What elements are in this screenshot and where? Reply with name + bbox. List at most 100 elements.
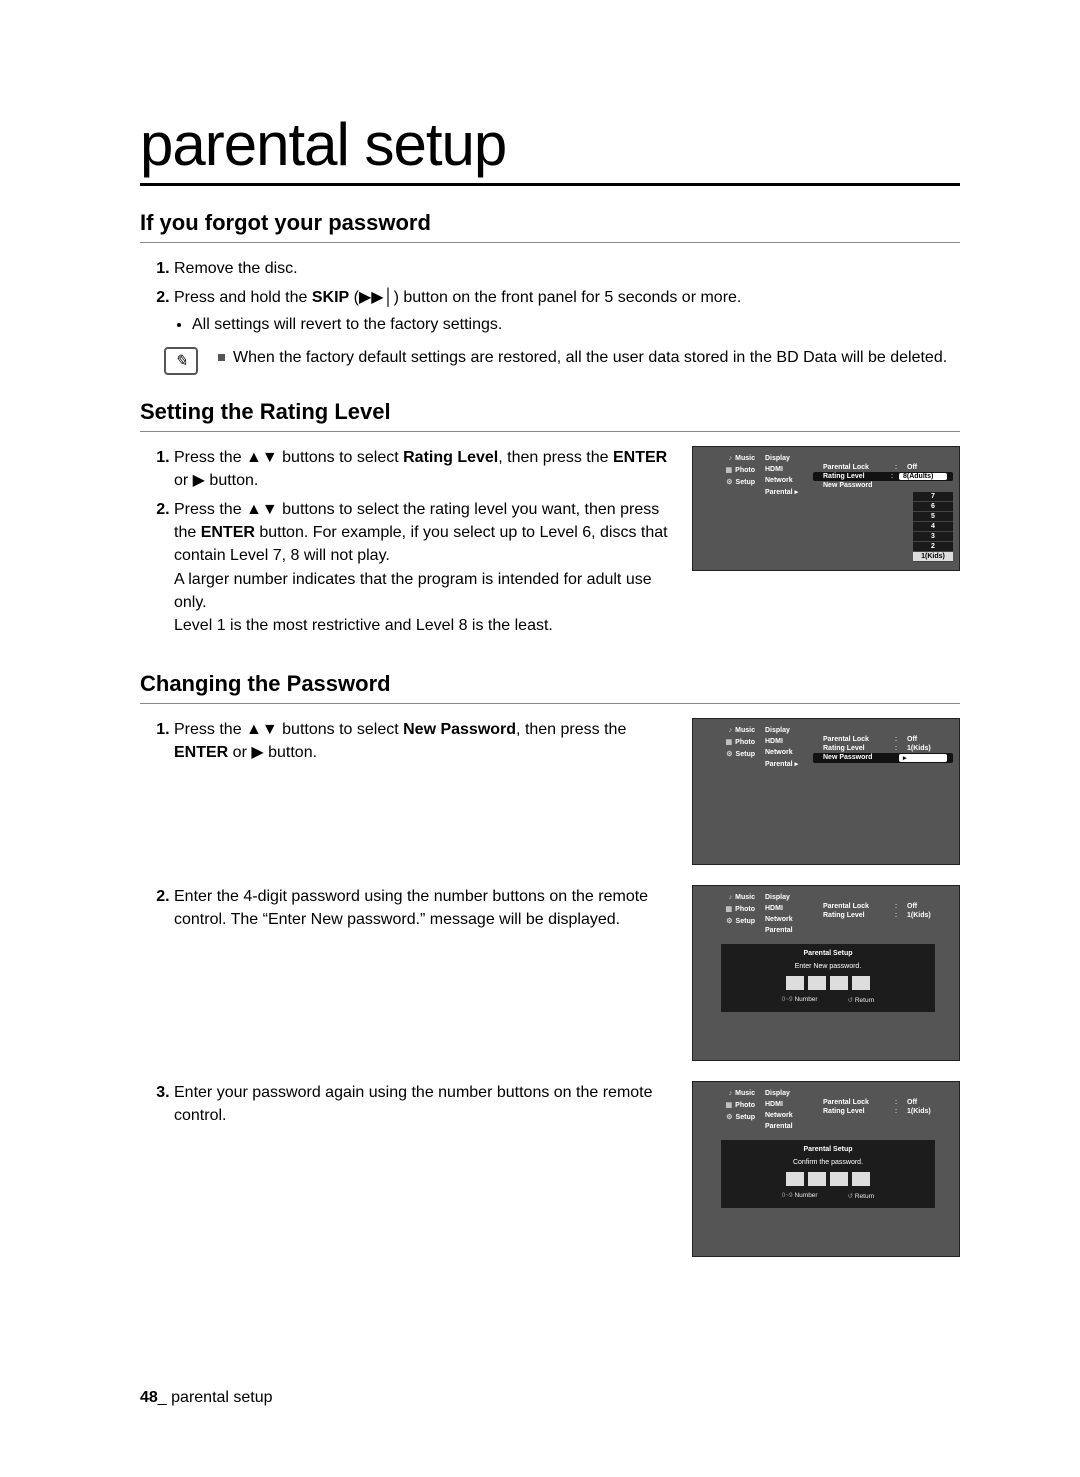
text: button. — [264, 744, 317, 761]
mock-mid-parental: Parental — [765, 1123, 793, 1130]
section-heading-password: Changing the Password — [140, 671, 960, 704]
mock-side-setup: Setup — [736, 1114, 755, 1121]
mock-opt: 5 — [913, 512, 953, 522]
mock-screen-newpw: ♪Music ▦Photo ⚙Setup Display HDMI Networ… — [692, 718, 960, 865]
password-steps-1: Press the ▲▼ buttons to select New Passw… — [140, 718, 672, 764]
rating-steps: Press the ▲▼ buttons to select Rating Le… — [140, 446, 672, 638]
text: buttons to select — [278, 449, 403, 466]
skip-bold: SKIP — [312, 289, 349, 306]
mock-side-music: Music — [735, 727, 755, 734]
updown-icon: ▲▼ — [246, 501, 278, 518]
text: A larger number indicates that the progr… — [174, 571, 652, 611]
mock-side-setup: Setup — [736, 918, 755, 925]
newpw-bold: New Password — [403, 721, 516, 738]
text: Press and hold the — [174, 289, 312, 306]
text: Parental Lock — [823, 1099, 887, 1106]
text: 1(Kids) — [907, 745, 947, 752]
mock-row-newpw: New Password — [823, 482, 887, 489]
mock-row-adults: 8(Adults) — [899, 473, 947, 480]
mock-side-photo: Photo — [735, 906, 755, 913]
mock-row-lock: Parental Lock — [823, 736, 887, 743]
password-steps-3: Enter your password again using the numb… — [140, 1081, 672, 1127]
mock-mid-display: Display — [761, 894, 813, 901]
updown-icon: ▲▼ — [246, 449, 278, 466]
note-icon: ✎ — [164, 347, 198, 375]
mock-mid-hdmi: HDMI — [761, 905, 813, 912]
mock-screen-rating: ♪Music ▦Photo ⚙Setup Display HDMI Networ… — [692, 446, 960, 571]
text: Rating Level — [823, 1108, 887, 1115]
mock-side-setup: Setup — [736, 751, 755, 758]
forgot-step-2: Press and hold the SKIP (▶▶│) button on … — [174, 286, 960, 336]
text: Press the — [174, 721, 246, 738]
enter-bold: ENTER — [613, 449, 667, 466]
text: Press the — [174, 449, 246, 466]
mock-mid-hdmi: HDMI — [761, 466, 813, 473]
mock-mid-display: Display — [761, 455, 813, 462]
mock-opt: 7 — [913, 492, 953, 502]
mock-mid-network: Network — [761, 477, 813, 484]
password-step-3: Enter your password again using the numb… — [174, 1081, 672, 1127]
text: Press the — [174, 501, 246, 518]
mock-dialog-msg: Enter New password. — [727, 963, 929, 970]
rating-step-1: Press the ▲▼ buttons to select Rating Le… — [174, 446, 672, 492]
enter-bold: ENTER — [174, 744, 228, 761]
text: Off — [907, 1099, 947, 1106]
mock-dialog-title: Parental Setup — [727, 1146, 929, 1153]
password-steps-2: Enter the 4-digit password using the num… — [140, 885, 672, 931]
text: Level 1 is the most restrictive and Leve… — [174, 617, 553, 634]
text: 1(Kids) — [907, 1108, 947, 1115]
mock-mid-display: Display — [761, 1090, 813, 1097]
rating-level-bold: Rating Level — [403, 449, 498, 466]
enter-bold: ENTER — [201, 524, 255, 541]
note-row: ✎ When the factory default settings are … — [164, 347, 960, 375]
play-icon: ▶ — [251, 744, 263, 761]
text: button. — [205, 472, 258, 489]
text: Off — [907, 736, 947, 743]
mock-mid-network: Network — [761, 749, 813, 756]
mock-rating-dropdown: 7 6 5 4 3 2 1(Kids) — [913, 492, 953, 562]
text: , then press the — [498, 449, 613, 466]
text: _ — [158, 1389, 171, 1406]
mock-side-photo: Photo — [735, 739, 755, 746]
text: Number — [794, 996, 817, 1003]
text: Off — [907, 903, 947, 910]
mock-dialog-confirm: Parental Setup Confirm the password. 0~9… — [721, 1140, 935, 1208]
text: Number — [794, 1192, 817, 1199]
page-title: parental setup — [140, 110, 960, 186]
mock-row-lock: Parental Lock — [823, 464, 887, 471]
mock-row-newpw: New Password — [823, 754, 887, 762]
rating-step-2: Press the ▲▼ buttons to select the ratin… — [174, 498, 672, 637]
mock-opt: 2 — [913, 542, 953, 552]
mock-opt: 4 — [913, 522, 953, 532]
password-step-1: Press the ▲▼ buttons to select New Passw… — [174, 718, 672, 764]
play-icon: ▶ — [193, 472, 205, 489]
page-number: 48 — [140, 1389, 158, 1406]
updown-icon: ▲▼ — [246, 721, 278, 738]
mock-side-photo: Photo — [735, 467, 755, 474]
mock-side-music: Music — [735, 1090, 755, 1097]
mock-mid-network: Network — [761, 916, 813, 923]
text: Rating Level — [823, 912, 887, 919]
page-footer: 48_ parental setup — [140, 1389, 273, 1407]
mock-row-rating: Rating Level — [823, 473, 887, 480]
mock-mid-hdmi: HDMI — [761, 738, 813, 745]
mock-mid-parental: Parental — [765, 761, 793, 768]
forgot-step-2-sub: All settings will revert to the factory … — [192, 313, 960, 336]
text: , then press the — [516, 721, 626, 738]
mock-dialog-enter: Parental Setup Enter New password. 0~9 N… — [721, 944, 935, 1012]
mock-opt: 1(Kids) — [913, 552, 953, 562]
mock-row-off: Off — [907, 464, 947, 471]
text: Return — [855, 997, 875, 1004]
text: button on the front panel for 5 seconds … — [399, 289, 741, 306]
mock-dialog-msg: Confirm the password. — [727, 1159, 929, 1166]
mock-mid-network: Network — [761, 1112, 813, 1119]
text: Parental Lock — [823, 903, 887, 910]
note-text: When the factory default settings are re… — [218, 347, 947, 369]
mock-mid-display: Display — [761, 727, 813, 734]
password-step-2: Enter the 4-digit password using the num… — [174, 885, 672, 931]
mock-dialog-title: Parental Setup — [727, 950, 929, 957]
forgot-steps: Remove the disc. Press and hold the SKIP… — [140, 257, 960, 337]
text: or — [174, 472, 193, 489]
mock-screen-confirm-pw: ♪Music ▦Photo ⚙Setup Display HDMI Networ… — [692, 1081, 960, 1257]
text: buttons to select — [278, 721, 403, 738]
